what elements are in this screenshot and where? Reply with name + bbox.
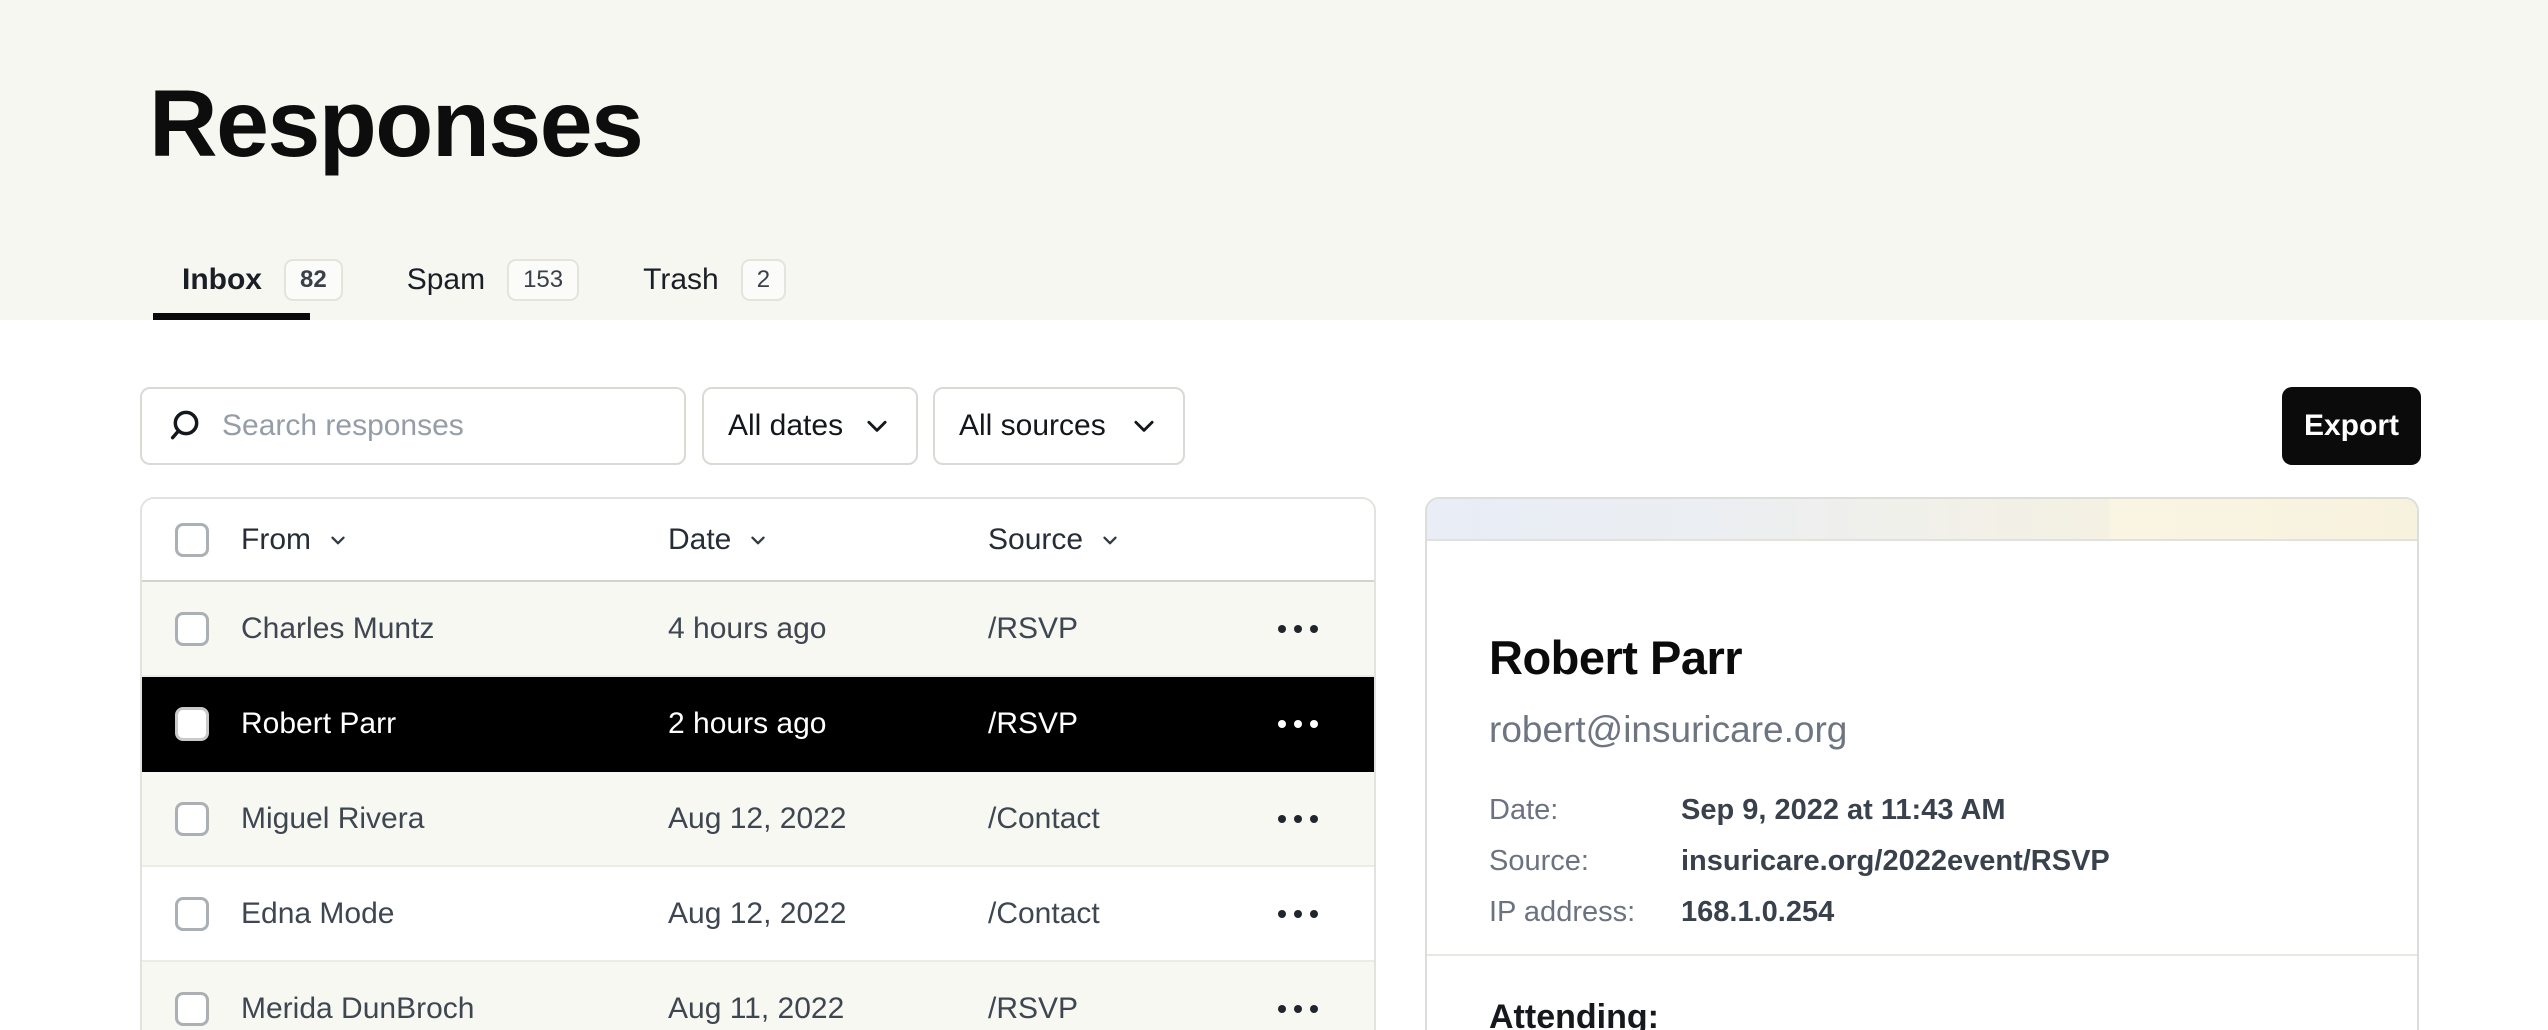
table-row[interactable]: Charles Muntz 4 hours ago /RSVP: [142, 582, 1374, 677]
row-actions-button[interactable]: [1266, 910, 1330, 918]
source-filter-dropdown[interactable]: All sources: [933, 387, 1185, 465]
response-detail-panel: Robert Parr robert@insuricare.org Date: …: [1425, 497, 2419, 1030]
table-header-row: From Date Source: [142, 499, 1374, 582]
tab-inbox[interactable]: Inbox 82: [182, 252, 343, 320]
detail-content: Robert Parr robert@insuricare.org Date: …: [1427, 632, 2417, 1030]
attending-section-heading: Attending:: [1489, 998, 2355, 1030]
row-actions-button[interactable]: [1266, 1005, 1330, 1013]
select-all-checkbox[interactable]: [175, 523, 209, 557]
row-date: 4 hours ago: [668, 612, 988, 646]
row-from: Robert Parr: [241, 707, 668, 741]
table-row[interactable]: Merida DunBroch Aug 11, 2022 /RSVP: [142, 962, 1374, 1030]
field-value: Sep 9, 2022 at 11:43 AM: [1681, 794, 2006, 826]
ellipsis-icon: [1310, 815, 1318, 823]
field-value: 168.1.0.254: [1681, 896, 1834, 928]
ellipsis-icon: [1310, 625, 1318, 633]
row-date: Aug 12, 2022: [668, 897, 988, 931]
column-header-date[interactable]: Date: [668, 523, 988, 557]
ellipsis-icon: [1310, 1005, 1318, 1013]
source-filter-value: All sources: [959, 409, 1106, 443]
tab-inbox-label: Inbox: [182, 263, 262, 297]
row-date: Aug 11, 2022: [668, 992, 988, 1026]
detail-name: Robert Parr: [1489, 632, 2355, 684]
tab-trash-count-badge: 2: [741, 259, 786, 301]
row-checkbox[interactable]: [175, 707, 209, 741]
row-date: Aug 12, 2022: [668, 802, 988, 836]
tab-trash-label: Trash: [643, 263, 719, 297]
row-checkbox[interactable]: [175, 897, 209, 931]
ellipsis-icon: [1294, 910, 1302, 918]
chevron-down-icon: [327, 529, 349, 551]
tab-spam[interactable]: Spam 153: [407, 252, 579, 320]
tab-trash[interactable]: Trash 2: [643, 252, 786, 320]
page-title: Responses: [149, 70, 642, 179]
detail-email: robert@insuricare.org: [1489, 710, 2355, 751]
search-container: [140, 387, 686, 465]
select-all-cell: [175, 523, 241, 557]
row-source: /RSVP: [988, 992, 1266, 1026]
ellipsis-icon: [1278, 1005, 1286, 1013]
detail-fields: Date: Sep 9, 2022 at 11:43 AM Source: in…: [1489, 794, 2355, 928]
field-label: Date:: [1489, 794, 1681, 826]
chevron-down-icon: [1099, 529, 1121, 551]
ellipsis-icon: [1278, 625, 1286, 633]
table-row[interactable]: Miguel Rivera Aug 12, 2022 /Contact: [142, 772, 1374, 867]
ellipsis-icon: [1278, 815, 1286, 823]
row-checkbox[interactable]: [175, 612, 209, 646]
chevron-down-icon: [1129, 411, 1159, 441]
ellipsis-icon: [1278, 910, 1286, 918]
row-source: /RSVP: [988, 612, 1266, 646]
row-from: Charles Muntz: [241, 612, 668, 646]
date-filter-value: All dates: [728, 409, 843, 443]
row-from: Edna Mode: [241, 897, 668, 931]
responses-page: Responses Inbox 82 Spam 153 Trash 2 All …: [0, 0, 2548, 1030]
row-source: /Contact: [988, 897, 1266, 931]
detail-field-date: Date: Sep 9, 2022 at 11:43 AM: [1489, 794, 2355, 826]
ellipsis-icon: [1310, 910, 1318, 918]
detail-field-source: Source: insuricare.org/2022event/RSVP: [1489, 845, 2355, 877]
tab-spam-label: Spam: [407, 263, 485, 297]
column-header-source-label: Source: [988, 523, 1083, 557]
field-label: IP address:: [1489, 896, 1681, 928]
date-filter-dropdown[interactable]: All dates: [702, 387, 918, 465]
ellipsis-icon: [1310, 720, 1318, 728]
ellipsis-icon: [1278, 720, 1286, 728]
ellipsis-icon: [1294, 720, 1302, 728]
table-row-selected[interactable]: Robert Parr 2 hours ago /RSVP: [142, 677, 1374, 772]
row-checkbox[interactable]: [175, 802, 209, 836]
field-value: insuricare.org/2022event/RSVP: [1681, 845, 2110, 877]
export-button[interactable]: Export: [2282, 387, 2421, 465]
chevron-down-icon: [862, 411, 892, 441]
detail-divider: [1427, 954, 2417, 956]
row-actions-button[interactable]: [1266, 720, 1330, 728]
detail-gradient-banner: [1427, 499, 2417, 541]
tab-inbox-count-badge: 82: [284, 259, 343, 301]
row-checkbox[interactable]: [175, 992, 209, 1026]
ellipsis-icon: [1294, 625, 1302, 633]
column-header-date-label: Date: [668, 523, 731, 557]
chevron-down-icon: [747, 529, 769, 551]
table-row[interactable]: Edna Mode Aug 12, 2022 /Contact: [142, 867, 1374, 962]
ellipsis-icon: [1294, 815, 1302, 823]
row-actions-button[interactable]: [1266, 815, 1330, 823]
column-header-source[interactable]: Source: [988, 523, 1266, 557]
ellipsis-icon: [1294, 1005, 1302, 1013]
row-source: /Contact: [988, 802, 1266, 836]
tab-spam-count-badge: 153: [507, 259, 579, 301]
search-input[interactable]: [140, 387, 686, 465]
column-header-from-label: From: [241, 523, 311, 557]
field-label: Source:: [1489, 845, 1681, 877]
responses-table: From Date Source Charles Muntz 4 hours a…: [140, 497, 1376, 1030]
column-header-from[interactable]: From: [241, 523, 668, 557]
row-from: Merida DunBroch: [241, 992, 668, 1026]
tab-bar: Inbox 82 Spam 153 Trash 2: [182, 252, 786, 320]
row-actions-button[interactable]: [1266, 625, 1330, 633]
detail-field-ip: IP address: 168.1.0.254: [1489, 896, 2355, 928]
row-date: 2 hours ago: [668, 707, 988, 741]
row-from: Miguel Rivera: [241, 802, 668, 836]
row-source: /RSVP: [988, 707, 1266, 741]
